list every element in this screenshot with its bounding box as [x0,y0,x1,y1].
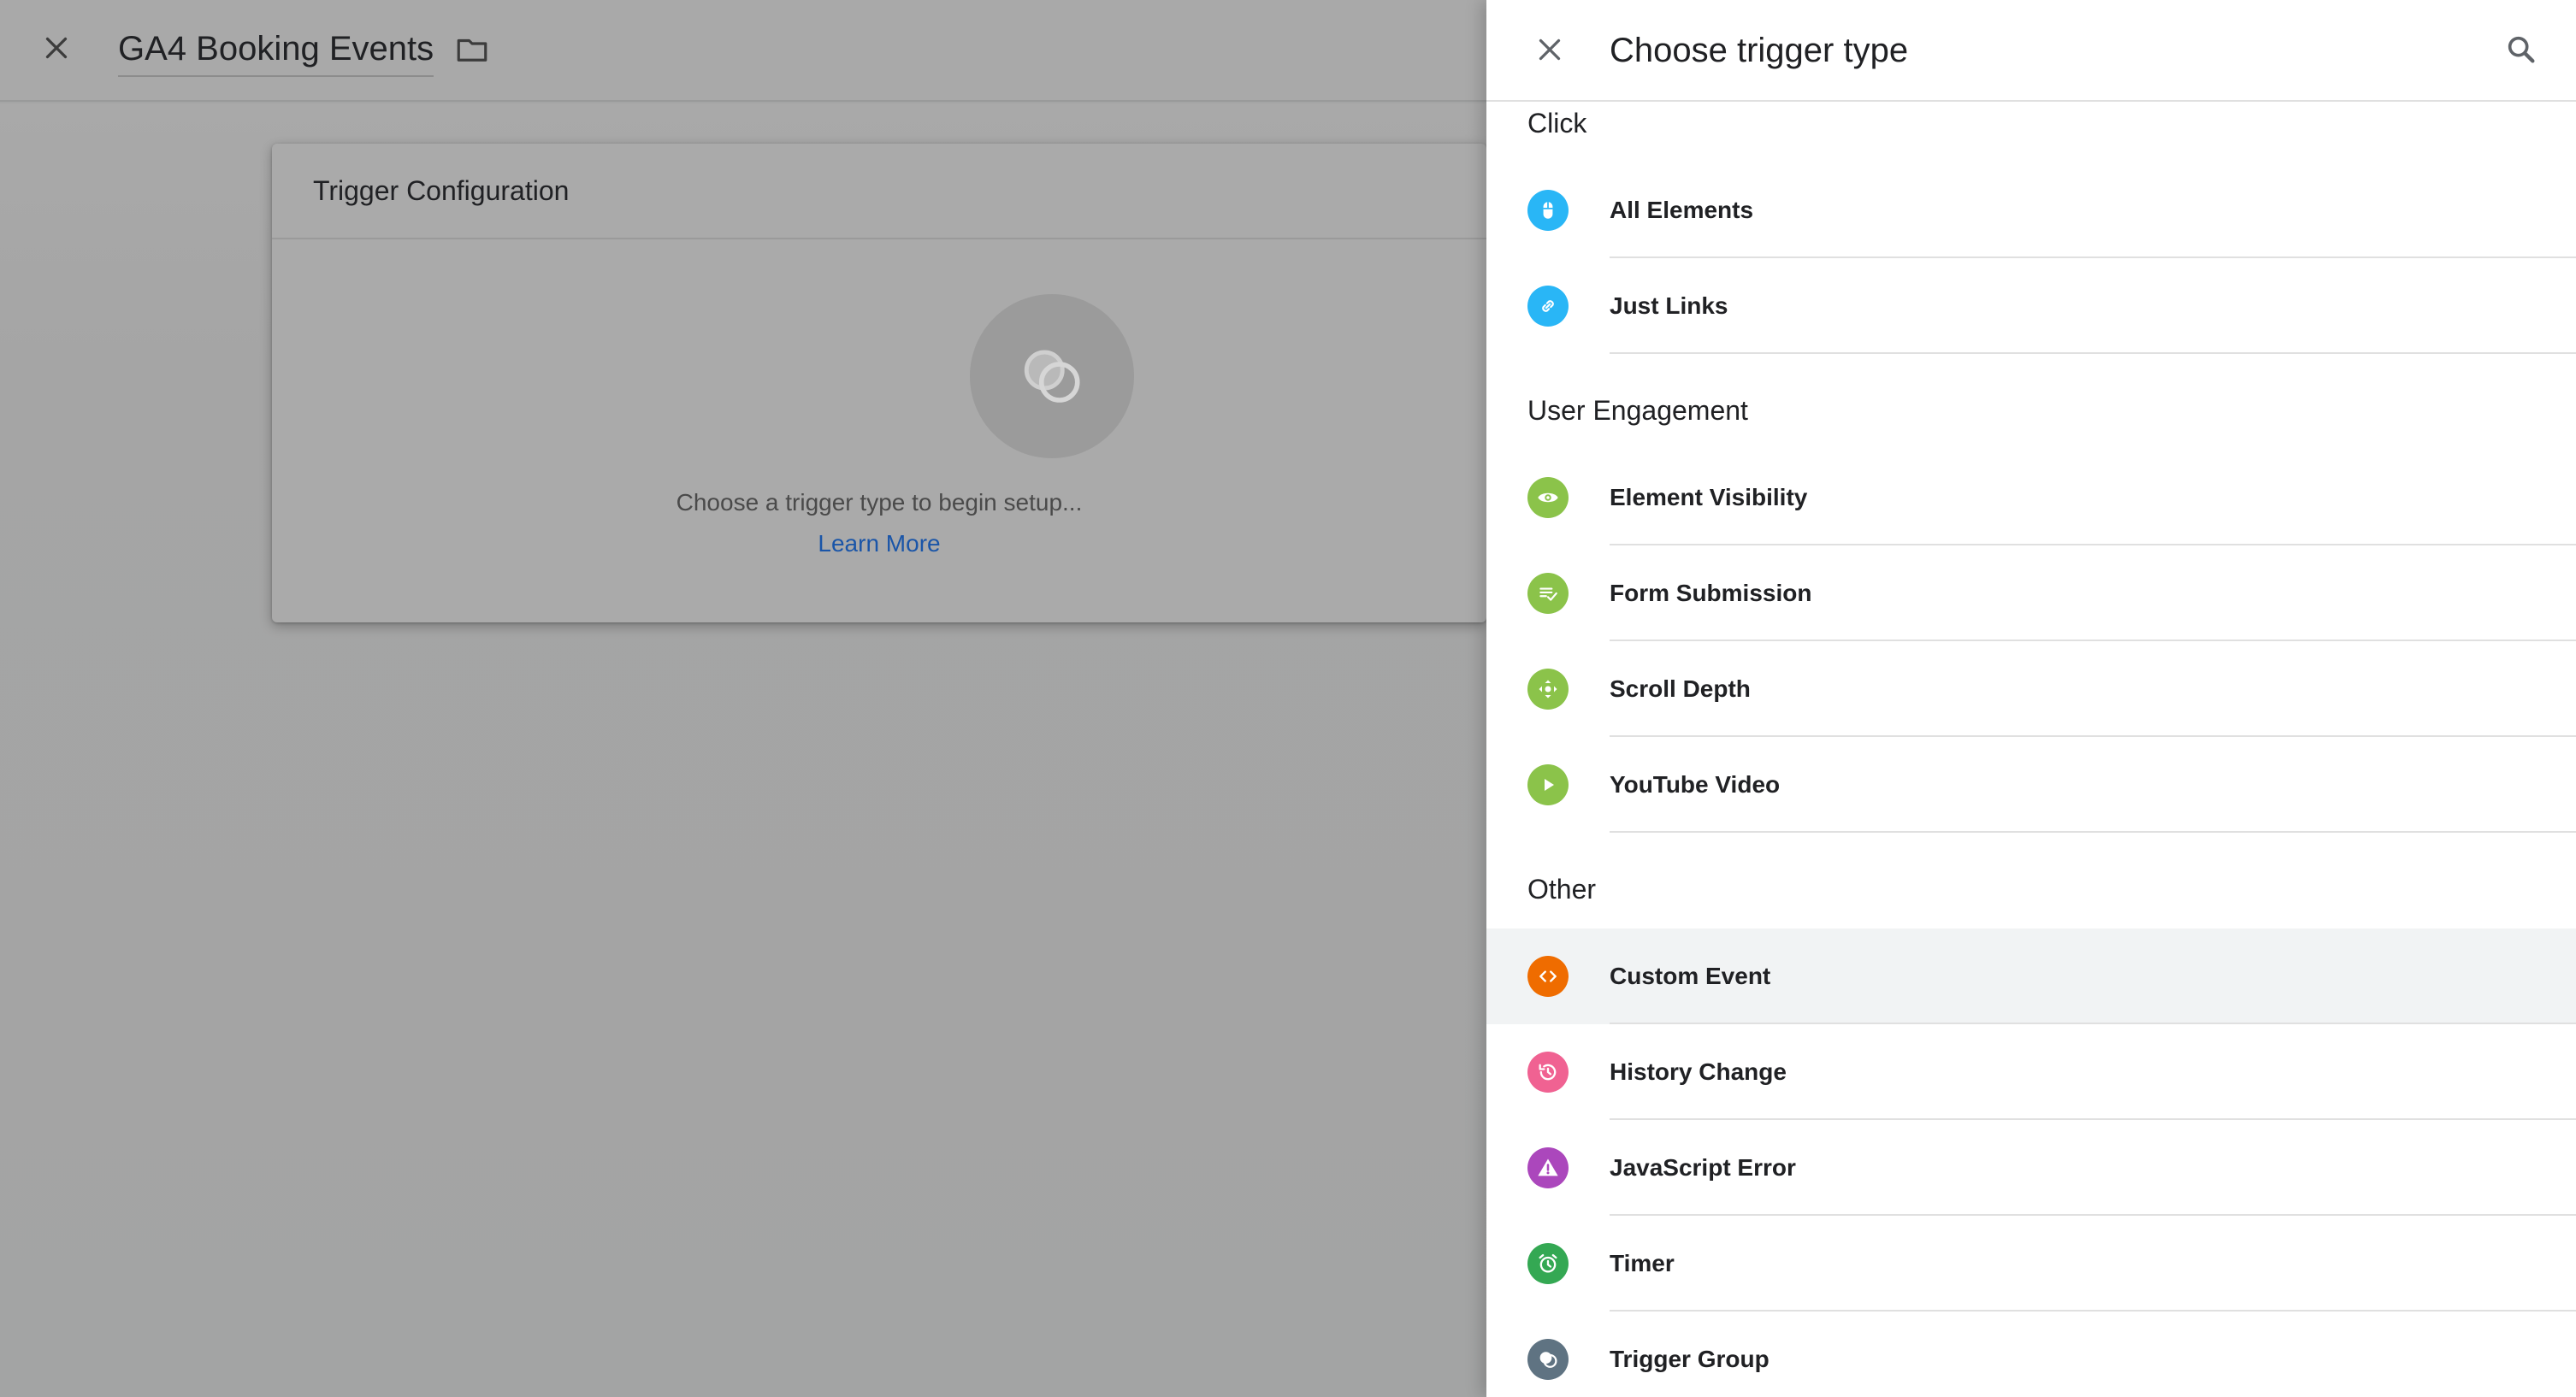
trigger-type-label: Element Visibility [1610,484,1808,510]
card-title: Trigger Configuration [313,174,570,206]
trigger-group-icon [1527,1339,1569,1380]
card-body [272,239,1486,622]
close-icon[interactable] [1527,27,1572,72]
trigger-type-label: JavaScript Error [1610,1154,1796,1181]
code-icon [1527,956,1569,997]
trigger-type-timer[interactable]: Timer [1486,1216,2576,1312]
trigger-type-label: YouTube Video [1610,771,1781,798]
trigger-type-label: Scroll Depth [1610,675,1751,702]
trigger-name-title[interactable]: GA4 Booking Events [118,24,434,77]
link-icon [1527,286,1569,327]
trigger-type-label: Trigger Group [1610,1346,1770,1372]
section-label-click: Click [1527,108,1587,139]
choose-trigger-type-drawer: Choose trigger type Click All Elements J… [1486,0,2576,1397]
trigger-type-all-elements[interactable]: All Elements [1486,162,2576,258]
eye-icon [1527,477,1569,518]
trigger-type-label: All Elements [1610,197,1754,223]
section-label-user-engagement: User Engagement [1527,395,1748,426]
trigger-type-placeholder[interactable] [970,294,1134,458]
close-icon[interactable] [34,26,79,70]
trigger-type-label: Custom Event [1610,963,1771,989]
drawer-header: Choose trigger type [1486,0,2576,102]
trigger-type-scroll-depth[interactable]: Scroll Depth [1486,641,2576,737]
warning-icon [1527,1147,1569,1188]
folder-icon[interactable] [452,29,493,70]
trigger-type-custom-event[interactable]: Custom Event [1486,928,2576,1024]
trigger-type-youtube-video[interactable]: YouTube Video [1486,737,2576,833]
search-icon[interactable] [2497,26,2545,74]
alarm-icon [1527,1243,1569,1284]
divider [1610,352,2576,354]
divider [1610,831,2576,833]
form-check-icon [1527,573,1569,614]
mouse-icon [1527,190,1569,231]
play-icon [1527,764,1569,805]
trigger-type-history-change[interactable]: History Change [1486,1024,2576,1120]
card-header: Trigger Configuration [272,144,1486,239]
drawer-title: Choose trigger type [1610,32,1909,69]
section-label-other: Other [1527,874,1597,905]
trigger-type-trigger-group[interactable]: Trigger Group [1486,1312,2576,1397]
trigger-type-element-visibility[interactable]: Element Visibility [1486,450,2576,545]
history-icon [1527,1052,1569,1093]
trigger-type-label: History Change [1610,1058,1787,1085]
trigger-type-form-submission[interactable]: Form Submission [1486,545,2576,641]
trigger-type-label: Just Links [1610,292,1728,319]
trigger-rings-icon [1024,350,1080,403]
trigger-type-label: Timer [1610,1250,1675,1276]
learn-more-link[interactable]: Learn More [272,530,1486,557]
scroll-move-icon [1527,669,1569,710]
placeholder-text: Choose a trigger type to begin setup... [676,489,1083,516]
trigger-type-label: Form Submission [1610,580,1812,606]
trigger-type-javascript-error[interactable]: JavaScript Error [1486,1120,2576,1216]
trigger-type-just-links[interactable]: Just Links [1486,258,2576,354]
